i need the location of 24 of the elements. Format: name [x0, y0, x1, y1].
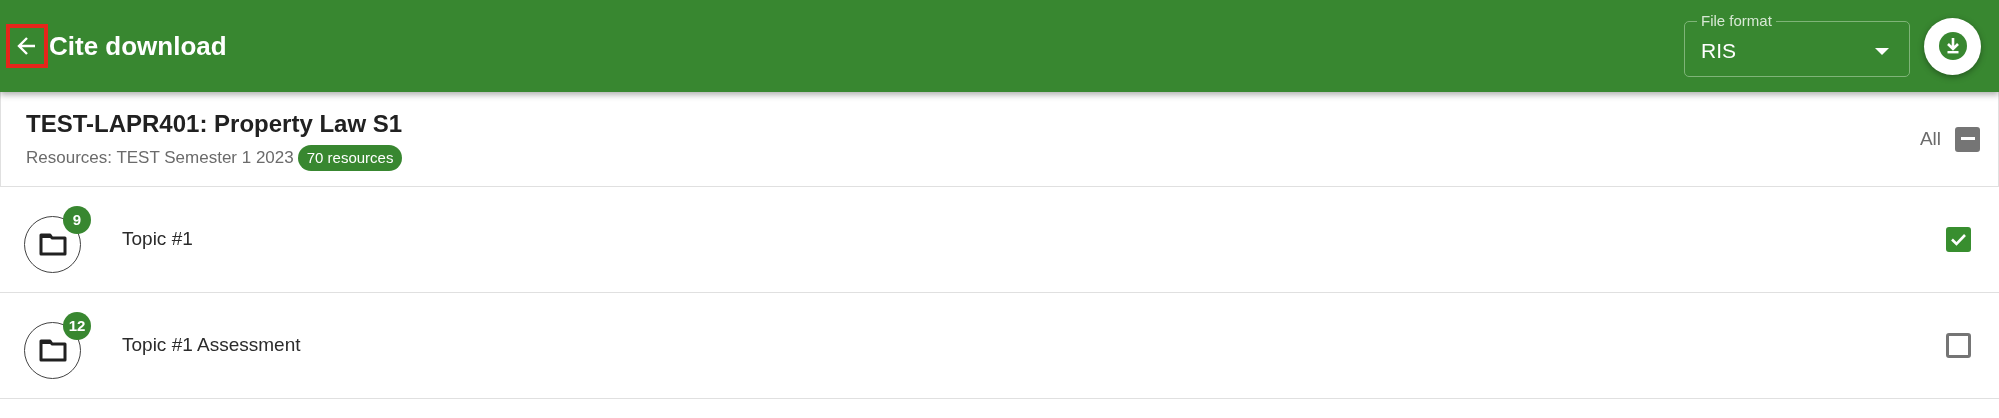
- minus-icon: [1960, 137, 1975, 141]
- select-all-label: All: [1919, 126, 1941, 151]
- topic-name: Topic #1 Assessment: [122, 333, 302, 358]
- checkbox[interactable]: [1955, 126, 1980, 152]
- download-button[interactable]: [1924, 17, 1981, 75]
- count-badge: 12: [63, 312, 91, 340]
- folder-icon: [38, 339, 67, 362]
- topic-row[interactable]: 9 Topic #1: [0, 187, 1999, 293]
- topic-row[interactable]: 12 Topic #1 Assessment: [0, 293, 1999, 399]
- check-icon: [1950, 233, 1967, 246]
- download-icon: [1938, 32, 1967, 60]
- field-label: File format: [1700, 11, 1773, 31]
- page-title: Cite download: [49, 29, 227, 63]
- resource-count-badge: 70 resources: [297, 144, 403, 172]
- course-title: TEST-LAPR401: Property Law S1: [26, 108, 404, 139]
- folder-icon: [38, 233, 67, 256]
- topic-name: Topic #1: [122, 227, 194, 252]
- dropdown-caret-icon: [1875, 47, 1889, 55]
- checkbox[interactable]: [1946, 333, 1971, 358]
- count-badge: 9: [63, 206, 91, 234]
- select-value: RIS: [1701, 38, 1737, 65]
- back-button[interactable]: [6, 24, 48, 68]
- checkbox[interactable]: [1946, 227, 1971, 252]
- course-subtitle: Resources: TEST Semester 1 2023: [26, 147, 294, 170]
